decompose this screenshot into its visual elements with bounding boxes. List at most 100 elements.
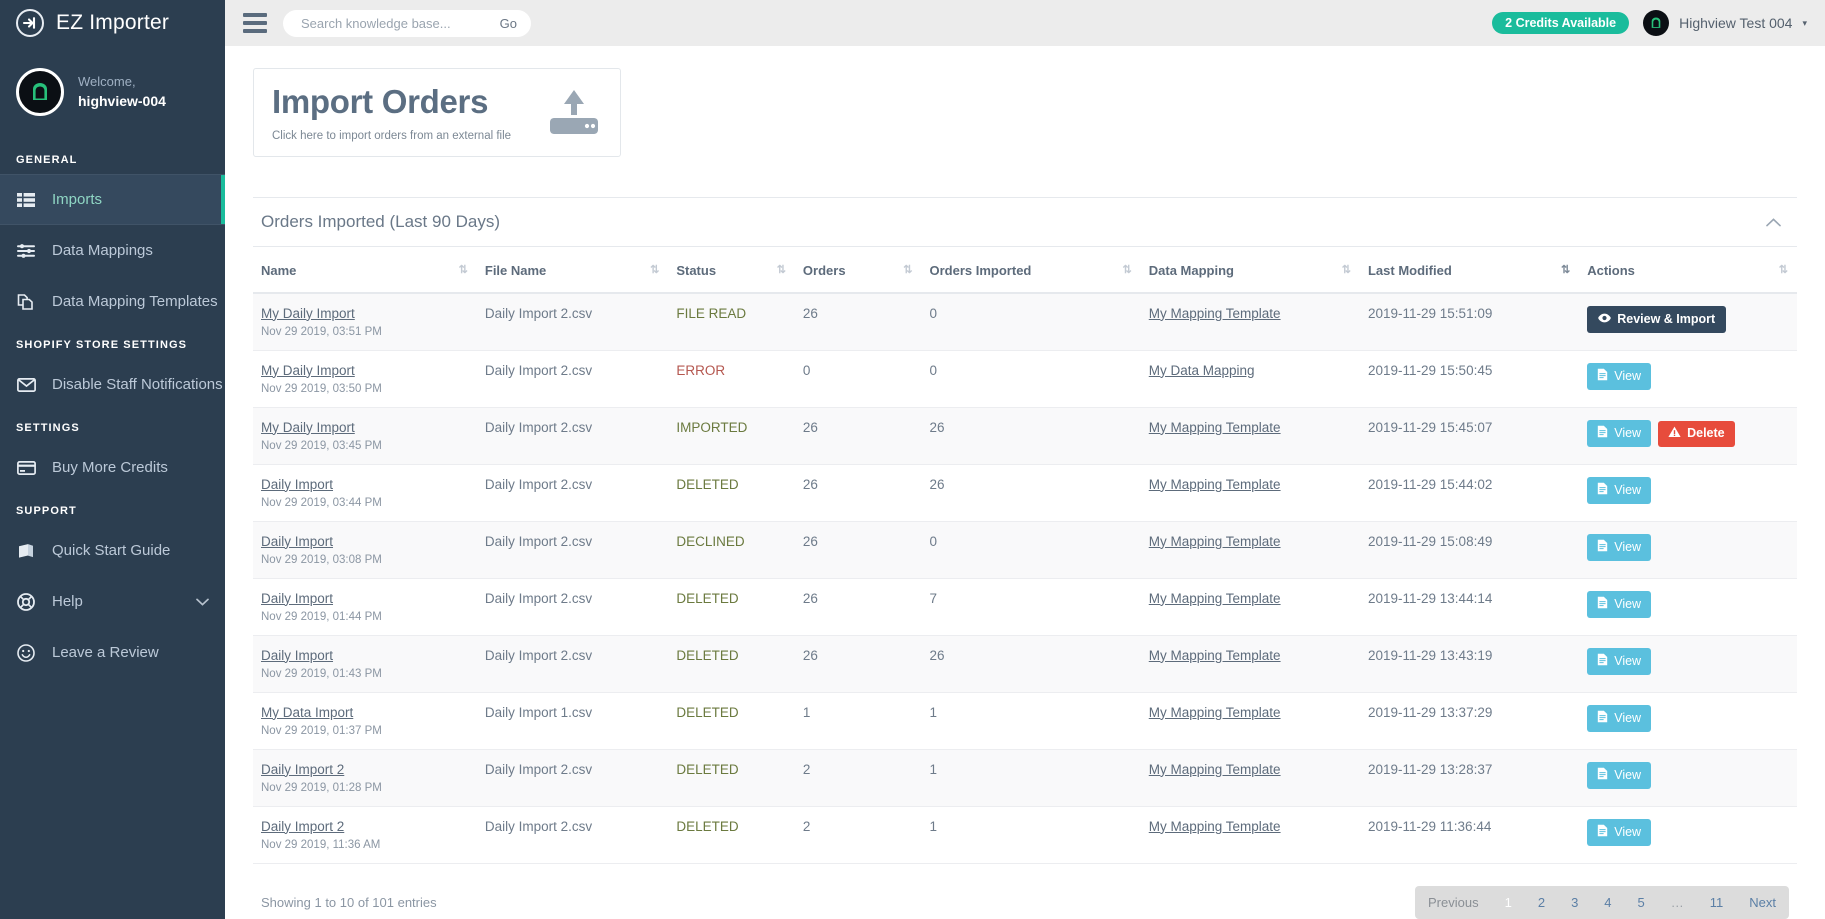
sort-icon[interactable]: ⇅	[1342, 264, 1351, 276]
import-name-link[interactable]: Daily Import 2	[261, 762, 467, 777]
data-mapping-link[interactable]: My Mapping Template	[1149, 762, 1281, 777]
sidebar-item-leave-a-review[interactable]: Leave a Review	[0, 627, 225, 678]
status-badge: DELETED	[676, 761, 739, 777]
column-label: Last Modified	[1367, 262, 1452, 278]
cell-orders: 1	[794, 692, 922, 750]
cell-actions: View	[1579, 635, 1797, 693]
sidebar-item-label: Data Mapping Templates	[52, 293, 218, 310]
store-name-label: Highview Test 004	[1679, 15, 1793, 31]
pagination-3[interactable]: 3	[1558, 886, 1591, 919]
pagination-next[interactable]: Next	[1736, 886, 1789, 919]
pagination-11[interactable]: 11	[1697, 886, 1737, 919]
pagination-previous[interactable]: Previous	[1415, 886, 1492, 919]
column-header-name[interactable]: Name ⇅	[253, 246, 477, 294]
view-button[interactable]: View	[1587, 761, 1652, 789]
orders-imported-count: 0	[929, 362, 938, 378]
last-modified-label: 2019-11-29 15:45:07	[1367, 419, 1493, 435]
data-mapping-link[interactable]: My Mapping Template	[1149, 420, 1281, 435]
column-header-status[interactable]: Status ⇅	[668, 246, 795, 294]
import-name-link[interactable]: My Daily Import	[261, 420, 467, 435]
pagination-5[interactable]: 5	[1625, 886, 1658, 919]
sort-icon[interactable]: ⇅	[1779, 264, 1788, 276]
file-name-label: Daily Import 2.csv	[484, 761, 593, 777]
column-header-actions[interactable]: Actions ⇅	[1579, 246, 1797, 294]
hamburger-icon[interactable]	[243, 13, 267, 33]
sort-icon-desc[interactable]: ⇅	[1561, 264, 1570, 276]
pagination-4[interactable]: 4	[1591, 886, 1624, 919]
search-go-button[interactable]: Go	[492, 16, 525, 31]
view-button[interactable]: View	[1587, 704, 1652, 732]
import-name-link[interactable]: Daily Import	[261, 591, 467, 606]
column-header-orders[interactable]: Orders ⇅	[794, 246, 922, 294]
data-mapping-link[interactable]: My Mapping Template	[1149, 819, 1281, 834]
sidebar-item-label: Leave a Review	[52, 644, 159, 661]
sidebar-item-quick-start-guide[interactable]: Quick Start Guide	[0, 525, 225, 576]
import-name-link[interactable]: Daily Import	[261, 477, 467, 492]
sliders-icon	[16, 241, 36, 261]
data-mapping-link[interactable]: My Data Mapping	[1149, 363, 1255, 378]
credits-badge[interactable]: 2 Credits Available	[1492, 12, 1630, 34]
pagination-2[interactable]: 2	[1525, 886, 1558, 919]
delete-button[interactable]: Delete	[1658, 420, 1735, 447]
sidebar-item-disable-staff-notifications[interactable]: Disable Staff Notifications	[0, 359, 225, 410]
view-button[interactable]: View	[1587, 818, 1652, 846]
view-button[interactable]: View	[1587, 533, 1652, 561]
column-header-orders-imported[interactable]: Orders Imported ⇅	[921, 246, 1141, 294]
cell-last-modified: 2019-11-29 11:36:44	[1359, 806, 1580, 864]
data-mapping-link[interactable]: My Mapping Template	[1149, 705, 1281, 720]
import-name-link[interactable]: Daily Import	[261, 534, 467, 549]
table-row: Daily Import Nov 29 2019, 01:44 PM Daily I…	[253, 578, 1797, 636]
column-header-data-mapping[interactable]: Data Mapping ⇅	[1140, 246, 1360, 294]
search-box[interactable]: Go	[283, 9, 531, 37]
view-button[interactable]: View	[1587, 647, 1652, 675]
brand[interactable]: EZ Importer	[0, 0, 225, 46]
sort-icon[interactable]: ⇅	[650, 264, 659, 276]
view-button[interactable]: View	[1587, 476, 1652, 504]
data-mapping-link[interactable]: My Mapping Template	[1149, 477, 1281, 492]
sidebar-item-buy-more-credits[interactable]: Buy More Credits	[0, 442, 225, 493]
document-icon	[1597, 653, 1608, 670]
data-mapping-link[interactable]: My Mapping Template	[1149, 306, 1281, 321]
file-name-label: Daily Import 2.csv	[484, 419, 593, 435]
data-mapping-link[interactable]: My Mapping Template	[1149, 534, 1281, 549]
view-button[interactable]: View	[1587, 362, 1652, 390]
sort-icon[interactable]: ⇅	[903, 264, 912, 276]
store-user-menu[interactable]: Highview Test 004 ▾	[1643, 10, 1807, 36]
column-header-file-name[interactable]: File Name ⇅	[476, 246, 669, 294]
import-name-link[interactable]: Daily Import	[261, 648, 467, 663]
sort-icon[interactable]: ⇅	[459, 264, 468, 276]
pagination-1[interactable]: 1	[1492, 886, 1525, 919]
last-modified-label: 2019-11-29 13:43:19	[1367, 647, 1493, 663]
search-input[interactable]	[299, 14, 492, 32]
import-name-link[interactable]: Daily Import 2	[261, 819, 467, 834]
chevron-down-icon[interactable]	[196, 593, 209, 610]
cell-data-mapping: My Mapping Template	[1140, 749, 1360, 807]
review-button[interactable]: Review & Import	[1587, 305, 1727, 333]
document-icon	[1597, 767, 1608, 784]
sidebar-item-data-mapping-templates[interactable]: Data Mapping Templates	[0, 276, 225, 327]
data-mapping-link[interactable]: My Mapping Template	[1149, 648, 1281, 663]
import-name-link[interactable]: My Daily Import	[261, 306, 467, 321]
cell-actions: View	[1579, 521, 1797, 579]
import-name-link[interactable]: My Daily Import	[261, 363, 467, 378]
table-row: My Daily Import Nov 29 2019, 03:50 PM Dail…	[253, 350, 1797, 408]
import-name-link[interactable]: My Data Import	[261, 705, 467, 720]
sort-icon[interactable]: ⇅	[777, 264, 786, 276]
status-badge: DECLINED	[676, 533, 745, 549]
sidebar-item-data-mappings[interactable]: Data Mappings	[0, 225, 225, 276]
import-date-label: Nov 29 2019, 03:51 PM	[261, 325, 382, 338]
data-mapping-link[interactable]: My Mapping Template	[1149, 591, 1281, 606]
orders-count: 26	[802, 476, 818, 492]
view-button[interactable]: View	[1587, 590, 1652, 618]
sidebar-item-help[interactable]: Help	[0, 576, 225, 627]
cell-last-modified: 2019-11-29 13:28:37	[1359, 749, 1580, 807]
sidebar-item-label: Buy More Credits	[52, 459, 168, 476]
sidebar-item-imports[interactable]: Imports	[0, 174, 225, 225]
view-button[interactable]: View	[1587, 419, 1652, 447]
import-orders-card[interactable]: Import Orders Click here to import order…	[253, 68, 621, 157]
cell-data-mapping: My Mapping Template	[1140, 578, 1360, 636]
chevron-up-icon[interactable]	[1760, 214, 1787, 230]
button-label: Delete	[1687, 426, 1725, 441]
column-header-last-modified[interactable]: Last Modified ⇅	[1359, 246, 1580, 294]
sort-icon[interactable]: ⇅	[1123, 264, 1132, 276]
